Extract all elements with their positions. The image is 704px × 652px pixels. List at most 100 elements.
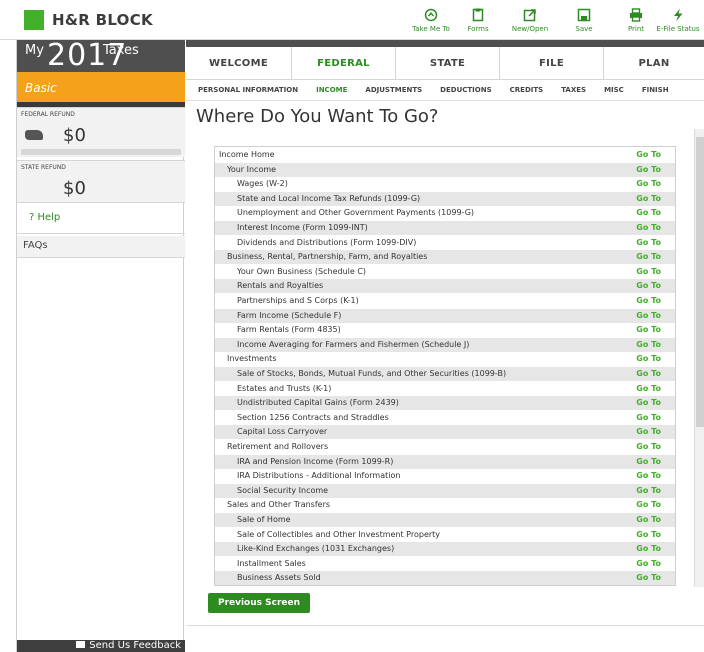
go-to-link[interactable]: Go To — [636, 498, 661, 512]
row-label: Your Own Business (Schedule C) — [237, 266, 367, 276]
my-label: My — [25, 43, 44, 58]
previous-screen-button[interactable]: Previous Screen — [208, 593, 310, 613]
brand-name: H&R BLOCK — [52, 11, 153, 29]
go-to-link[interactable]: Go To — [636, 352, 661, 366]
envelope-icon — [76, 641, 86, 648]
go-to-link[interactable]: Go To — [636, 323, 661, 337]
federal-refund-meter — [21, 149, 181, 155]
table-row: Like-Kind Exchanges (1031 Exchanges) Go T… — [215, 542, 675, 557]
go-to-link[interactable]: Go To — [636, 294, 661, 308]
row-label: Undistributed Capital Gains (Form 2439) — [237, 398, 399, 408]
go-to-link[interactable]: Go To — [636, 206, 661, 220]
table-row: Income Home Go To — [215, 148, 675, 162]
faqs-link[interactable]: FAQs — [17, 236, 185, 258]
table-row: Undistributed Capital Gains (Form 2439) G… — [215, 396, 675, 411]
go-to-link[interactable]: Go To — [636, 528, 661, 542]
table-row: Business, Rental, Partnership, Farm, and… — [215, 250, 675, 265]
subtab-personal-information[interactable]: PERSONAL INFORMATION — [198, 86, 298, 94]
go-to-link[interactable]: Go To — [636, 469, 661, 483]
app-window: H&R BLOCK Take Me To Forms New/Open Save — [0, 0, 704, 652]
tab-file[interactable]: FILE — [500, 47, 604, 80]
go-to-link[interactable]: Go To — [636, 279, 661, 293]
send-feedback-link[interactable]: Send Us Feedback — [17, 640, 185, 652]
table-row: Farm Rentals (Form 4835) Go To — [215, 323, 675, 337]
row-label: State and Local Income Tax Refunds (1099… — [237, 193, 421, 203]
logo-square-icon — [24, 10, 44, 30]
go-to-link[interactable]: Go To — [636, 338, 661, 352]
go-to-link[interactable]: Go To — [636, 265, 661, 279]
go-to-link[interactable]: Go To — [636, 455, 661, 469]
table-row: Retirement and Rollovers Go To — [215, 440, 675, 454]
row-label: Business Assets Sold — [237, 573, 321, 583]
subtab-deductions[interactable]: DEDUCTIONS — [440, 86, 491, 94]
table-row: Wages (W-2) Go To — [215, 177, 675, 191]
tab-plan[interactable]: PLAN — [604, 47, 704, 80]
row-label: Like-Kind Exchanges (1031 Exchanges) — [237, 544, 395, 554]
row-label: Dividends and Distributions (Form 1099-D… — [237, 237, 417, 247]
go-to-link[interactable]: Go To — [636, 396, 661, 410]
row-label: Sales and Other Transfers — [227, 500, 331, 510]
subtab-taxes[interactable]: TAXES — [561, 86, 586, 94]
tab-state[interactable]: STATE — [396, 47, 500, 80]
go-to-link[interactable]: Go To — [636, 382, 661, 396]
subtab-income[interactable]: INCOME — [316, 86, 347, 94]
go-to-link[interactable]: Go To — [636, 367, 661, 381]
go-to-link[interactable]: Go To — [636, 177, 661, 191]
vertical-scrollbar[interactable] — [694, 129, 704, 587]
go-to-link[interactable]: Go To — [636, 571, 661, 585]
go-to-link[interactable]: Go To — [636, 440, 661, 454]
go-to-link[interactable]: Go To — [636, 236, 661, 250]
row-label: Unemployment and Other Government Paymen… — [237, 208, 475, 218]
scrollbar-thumb[interactable] — [696, 137, 704, 427]
sub-tabs: PERSONAL INFORMATION INCOME ADJUSTMENTS … — [186, 80, 704, 101]
brand-logo[interactable]: H&R BLOCK — [24, 9, 153, 31]
save-icon — [554, 7, 614, 23]
subtab-finish[interactable]: FINISH — [642, 86, 669, 94]
save-button[interactable]: Save — [554, 7, 614, 33]
efile-status-button[interactable]: E-File Status — [652, 7, 704, 33]
go-to-link[interactable]: Go To — [636, 425, 661, 439]
row-label: Wages (W-2) — [237, 179, 288, 189]
row-label: Estates and Trusts (K-1) — [237, 383, 332, 393]
main-top-strip — [186, 40, 704, 47]
go-to-link[interactable]: Go To — [636, 221, 661, 235]
document-icon — [448, 7, 508, 23]
table-row: Business Assets Sold Go To — [215, 571, 675, 586]
go-to-link[interactable]: Go To — [636, 513, 661, 527]
table-row: Rentals and Royalties Go To — [215, 279, 675, 294]
save-label: Save — [575, 25, 593, 33]
forms-button[interactable]: Forms — [448, 7, 508, 33]
table-row: Section 1256 Contracts and Straddles Go T… — [215, 411, 675, 425]
federal-refund-value: $0 — [63, 125, 86, 146]
row-label: IRA and Pension Income (Form 1099-R) — [237, 456, 394, 466]
go-to-link[interactable]: Go To — [636, 250, 661, 264]
new-open-label: New/Open — [511, 25, 549, 33]
go-to-link[interactable]: Go To — [636, 192, 661, 206]
help-link[interactable]: ? Help — [17, 202, 185, 234]
row-label: Sale of Home — [237, 515, 291, 524]
subtab-adjustments[interactable]: ADJUSTMENTS — [365, 86, 422, 94]
plan-name: Basic — [17, 72, 185, 102]
table-row: Sale of Home Go To — [215, 513, 675, 527]
table-row: Income Averaging for Farmers and Fisherm… — [215, 337, 675, 352]
open-external-icon — [500, 7, 560, 23]
go-to-link[interactable]: Go To — [636, 309, 661, 323]
table-row: Farm Income (Schedule F) Go To — [215, 308, 675, 323]
row-label: Farm Income (Schedule F) — [237, 310, 342, 320]
go-to-link[interactable]: Go To — [636, 484, 661, 498]
row-label: Partnerships and S Corps (K-1) — [237, 296, 359, 305]
tab-welcome[interactable]: WELCOME — [186, 47, 292, 80]
top-toolbar: H&R BLOCK Take Me To Forms New/Open Save — [0, 0, 704, 40]
go-to-link[interactable]: Go To — [636, 411, 661, 425]
subtab-credits[interactable]: CREDITS — [510, 86, 544, 94]
lightning-icon — [652, 7, 704, 23]
subtab-misc[interactable]: MISC — [604, 86, 624, 94]
row-label: Social Security Income — [237, 485, 329, 495]
go-to-link[interactable]: Go To — [636, 557, 661, 571]
tab-federal[interactable]: FEDERAL — [292, 47, 396, 80]
go-to-link[interactable]: Go To — [636, 148, 661, 162]
main-content: WELCOME FEDERAL STATE FILE PLAN PERSONAL… — [186, 40, 704, 652]
new-open-button[interactable]: New/Open — [500, 7, 560, 33]
go-to-link[interactable]: Go To — [636, 163, 661, 177]
go-to-link[interactable]: Go To — [636, 542, 661, 556]
